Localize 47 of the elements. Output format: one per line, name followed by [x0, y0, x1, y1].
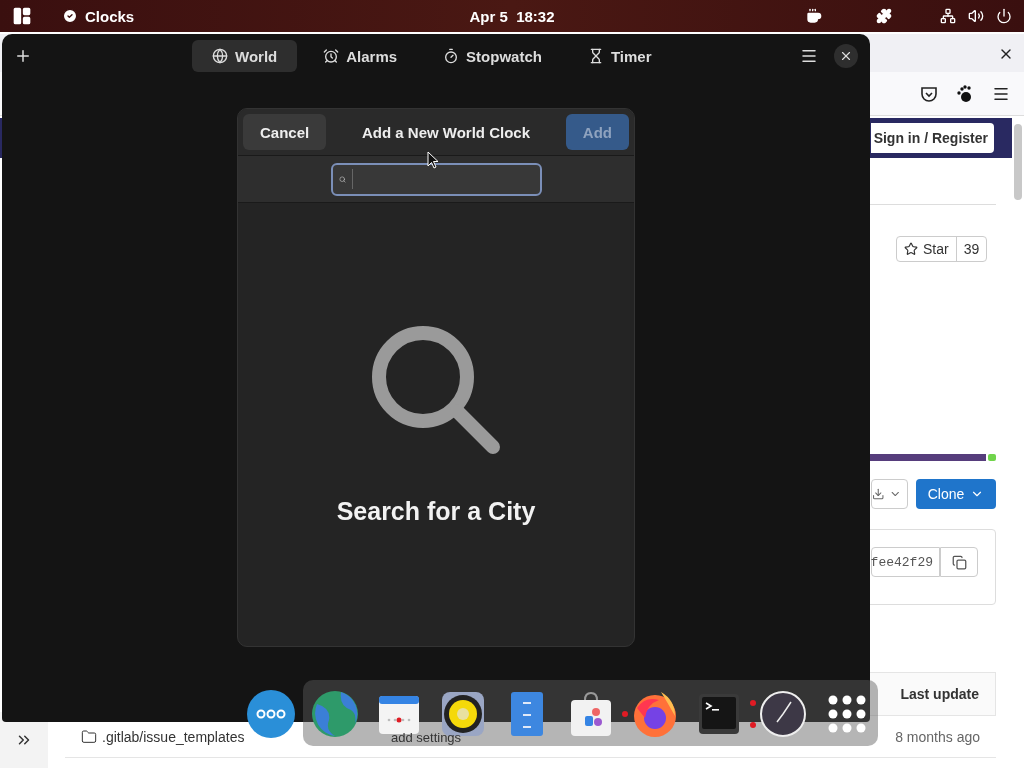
- activities-icon[interactable]: [12, 6, 32, 26]
- scrollbar-thumb[interactable]: [1014, 124, 1022, 200]
- volume-icon[interactable]: [968, 8, 984, 24]
- folder-link[interactable]: .gitlab/issue_templates: [81, 728, 245, 745]
- download-dropdown[interactable]: [871, 479, 908, 509]
- plus-icon: [14, 47, 32, 65]
- empty-state-text: Search for a City: [336, 497, 536, 526]
- tab[interactable]: World: [192, 40, 298, 72]
- power-icon[interactable]: [996, 8, 1012, 24]
- menu-button[interactable]: [800, 47, 818, 65]
- download-icon: [872, 487, 885, 501]
- star-icon: [904, 242, 918, 256]
- copy-icon: [951, 554, 967, 570]
- puzzle-icon[interactable]: [876, 8, 892, 24]
- cancel-button[interactable]: Cancel: [243, 114, 327, 150]
- close-button[interactable]: [834, 44, 858, 68]
- folder-icon: [81, 728, 97, 745]
- check-circle-icon: [62, 8, 78, 24]
- stopwatch-icon: [443, 48, 460, 64]
- network-icon[interactable]: [940, 8, 956, 24]
- clock-text[interactable]: Apr 5 18:32: [469, 7, 555, 25]
- add-button[interactable]: [14, 47, 32, 65]
- close-icon: [839, 49, 853, 63]
- tab[interactable]: Stopwatch: [423, 40, 562, 72]
- update-time: 8 months ago: [895, 728, 980, 745]
- tab[interactable]: Timer: [567, 40, 672, 72]
- footprint-icon[interactable]: [956, 84, 974, 103]
- sign-in-link[interactable]: Sign in / Register: [870, 123, 994, 153]
- search-field[interactable]: [330, 162, 542, 196]
- copy-button[interactable]: [940, 547, 978, 577]
- more-apps-icon[interactable]: [247, 690, 295, 738]
- dialog-title: Add a New World Clock: [361, 123, 531, 141]
- fox-globe-icon[interactable]: [631, 690, 679, 738]
- pocket-icon[interactable]: [920, 84, 938, 103]
- tab[interactable]: Alarms: [303, 40, 418, 72]
- clone-button[interactable]: Clone: [916, 479, 996, 509]
- app-menu[interactable]: Clocks: [62, 7, 135, 25]
- clock-icon[interactable]: [759, 690, 807, 738]
- globe-icon: [212, 48, 228, 64]
- commit-message: add settings: [391, 730, 462, 745]
- star-button[interactable]: Star 39: [896, 236, 988, 262]
- menu-icon: [800, 47, 818, 65]
- cup-icon[interactable]: [806, 8, 822, 24]
- search-icon: [371, 325, 501, 455]
- column-header: Last update: [900, 686, 979, 702]
- alarm-icon: [323, 48, 340, 64]
- globe-icon[interactable]: [311, 690, 359, 738]
